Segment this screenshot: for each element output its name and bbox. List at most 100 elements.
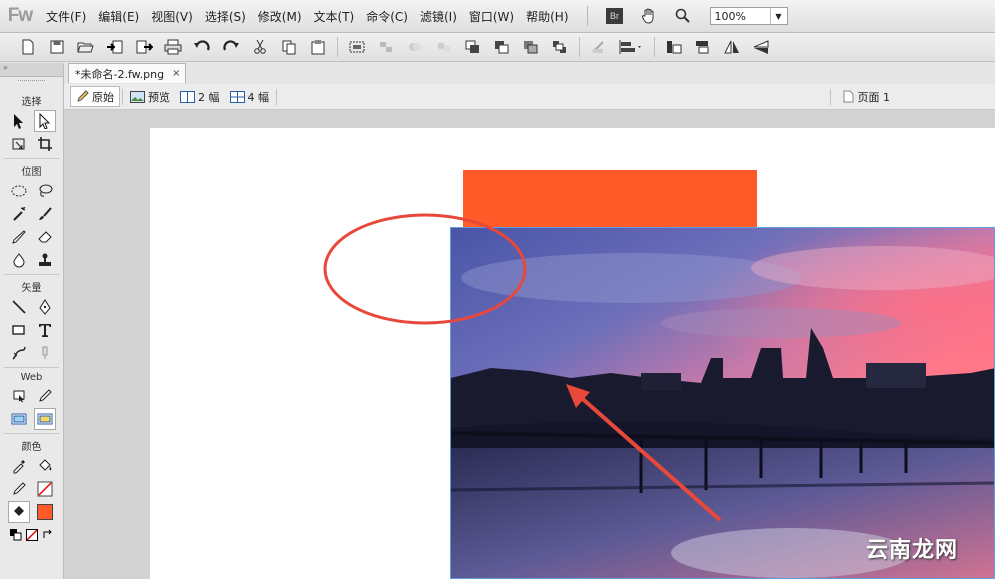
- swap-colors-button[interactable]: [41, 524, 55, 546]
- rotate-left-icon: [666, 41, 681, 54]
- document-tab[interactable]: *未命名-2.fw.png ×: [68, 63, 186, 83]
- menu-help[interactable]: 帮助(H): [520, 8, 574, 25]
- bring-front-icon: [465, 40, 479, 53]
- menu-modify[interactable]: 修改(M): [252, 8, 308, 25]
- rectangle-tool[interactable]: [8, 319, 30, 341]
- pencil-tool[interactable]: [8, 226, 30, 248]
- menu-edit[interactable]: 编辑(E): [92, 8, 145, 25]
- knife-tool[interactable]: [34, 342, 56, 364]
- brush-tool[interactable]: [34, 203, 56, 225]
- tab-2-up[interactable]: 2 幅: [175, 86, 225, 107]
- save-button[interactable]: [45, 36, 68, 58]
- rotate-ccw-button[interactable]: [662, 36, 685, 58]
- redo-button[interactable]: [219, 36, 242, 58]
- crop-tool[interactable]: [34, 133, 56, 155]
- bridge-button[interactable]: Br: [604, 6, 626, 26]
- stroke-color-swatch[interactable]: [34, 478, 56, 500]
- new-file-icon: [22, 39, 33, 55]
- copy-button[interactable]: [277, 36, 300, 58]
- ungroup-button[interactable]: [374, 36, 397, 58]
- magic-wand-icon: [12, 206, 25, 221]
- pointer-tool[interactable]: [8, 110, 30, 132]
- annotation-red-arrow: [566, 384, 722, 522]
- tab-original[interactable]: 原始: [70, 86, 120, 107]
- blur-tool[interactable]: [8, 249, 30, 271]
- send-backward-icon: [523, 41, 537, 54]
- align-dropdown[interactable]: [616, 36, 646, 58]
- no-stroke-fill-button[interactable]: [25, 524, 39, 546]
- default-colors-button[interactable]: [9, 524, 23, 546]
- menu-file[interactable]: 文件(F): [40, 8, 92, 25]
- paint-bucket-icon: [38, 459, 51, 471]
- convert-symbol-button[interactable]: [587, 36, 610, 58]
- scale-tool[interactable]: [8, 133, 30, 155]
- import-button[interactable]: [103, 36, 126, 58]
- menu-bar: Fw 文件(F) 编辑(E) 视图(V) 选择(S) 修改(M) 文本(T) 命…: [0, 0, 995, 33]
- bring-forward-icon: [494, 41, 508, 54]
- toolbar-separator: [337, 37, 338, 57]
- bring-forward-button[interactable]: [490, 36, 513, 58]
- marquee-tool[interactable]: [8, 180, 30, 202]
- export-button[interactable]: [132, 36, 155, 58]
- fill-color-swatch[interactable]: [34, 501, 56, 523]
- hide-slices-button[interactable]: [8, 408, 30, 430]
- send-backward-button[interactable]: [519, 36, 542, 58]
- menu-commands[interactable]: 命令(C): [360, 8, 414, 25]
- save-icon: [50, 40, 63, 54]
- pen-tool[interactable]: [34, 296, 56, 318]
- hotspot-icon: [13, 390, 24, 403]
- hand-tool-button[interactable]: [638, 6, 660, 26]
- eraser-tool[interactable]: [34, 226, 56, 248]
- flip-vertical-button[interactable]: [749, 36, 772, 58]
- undo-button[interactable]: [190, 36, 213, 58]
- zoom-tool-button[interactable]: [672, 6, 694, 26]
- send-to-back-button[interactable]: [548, 36, 571, 58]
- rubber-stamp-tool[interactable]: [34, 249, 56, 271]
- paste-button[interactable]: [306, 36, 329, 58]
- tools-panel-header[interactable]: »: [0, 63, 63, 77]
- hotspot-tool[interactable]: [8, 385, 30, 407]
- join-button[interactable]: [403, 36, 426, 58]
- line-icon: [11, 300, 26, 314]
- text-tool[interactable]: [34, 319, 56, 341]
- tools-section-bitmap: 位图: [21, 167, 42, 178]
- fill-color-control[interactable]: [7, 501, 30, 523]
- stroke-color-control[interactable]: [8, 478, 30, 500]
- group-button[interactable]: [345, 36, 368, 58]
- slice-tool[interactable]: [34, 385, 56, 407]
- freeform-tool[interactable]: [8, 342, 30, 364]
- zoom-select[interactable]: 100% ▼: [709, 7, 788, 25]
- paste-icon: [311, 40, 324, 55]
- eyedropper-tool[interactable]: [8, 455, 30, 477]
- send-back-icon: [552, 41, 566, 53]
- chevron-down-icon[interactable]: ▼: [769, 8, 787, 24]
- menu-window[interactable]: 窗口(W): [463, 8, 520, 25]
- tab-4-up[interactable]: 4 幅: [225, 86, 275, 107]
- menu-view[interactable]: 视图(V): [145, 8, 199, 25]
- magic-wand-tool[interactable]: [8, 203, 30, 225]
- two-up-icon: [180, 90, 195, 103]
- bring-to-front-button[interactable]: [461, 36, 484, 58]
- rotate-cw-button[interactable]: [691, 36, 714, 58]
- default-colors-icon: [9, 529, 21, 541]
- paint-bucket-tool[interactable]: [34, 455, 56, 477]
- menu-text[interactable]: 文本(T): [308, 8, 361, 25]
- print-button[interactable]: [161, 36, 184, 58]
- annotation-red-ellipse: [323, 213, 527, 325]
- open-button[interactable]: [74, 36, 97, 58]
- panel-grip[interactable]: [18, 80, 45, 89]
- subselection-tool[interactable]: [33, 110, 56, 132]
- lasso-tool[interactable]: [34, 180, 56, 202]
- show-slices-icon: [37, 413, 52, 425]
- close-icon[interactable]: ×: [172, 68, 180, 79]
- new-button[interactable]: [16, 36, 39, 58]
- tab-preview[interactable]: 预览: [125, 86, 175, 107]
- menu-filters[interactable]: 滤镜(I): [414, 8, 463, 25]
- cut-button[interactable]: [248, 36, 271, 58]
- show-slices-button[interactable]: [33, 408, 56, 430]
- split-button[interactable]: [432, 36, 455, 58]
- page-indicator[interactable]: 页面 1: [829, 88, 890, 105]
- line-tool[interactable]: [8, 296, 30, 318]
- flip-horizontal-button[interactable]: [720, 36, 743, 58]
- menu-select[interactable]: 选择(S): [199, 8, 252, 25]
